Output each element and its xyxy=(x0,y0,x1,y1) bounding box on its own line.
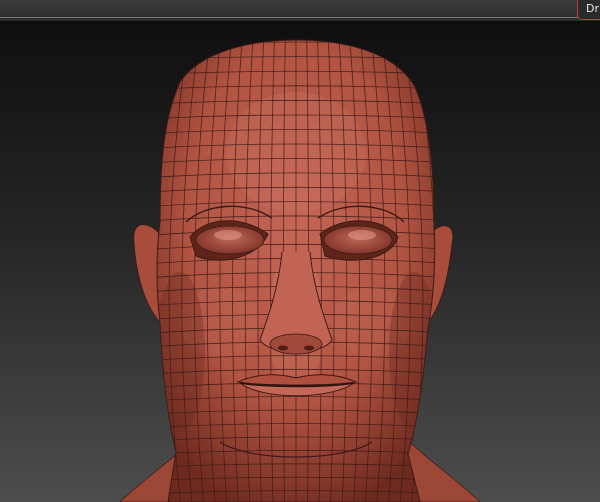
toolbar-divider xyxy=(0,17,580,18)
draw-button[interactable]: Dr xyxy=(577,0,600,20)
3d-viewport-canvas[interactable] xyxy=(0,22,600,502)
top-toolbar: Dr xyxy=(0,0,600,22)
draw-button-label: Dr xyxy=(586,2,599,15)
app-window: Dr xyxy=(0,0,600,502)
head-mesh-render xyxy=(119,39,481,502)
